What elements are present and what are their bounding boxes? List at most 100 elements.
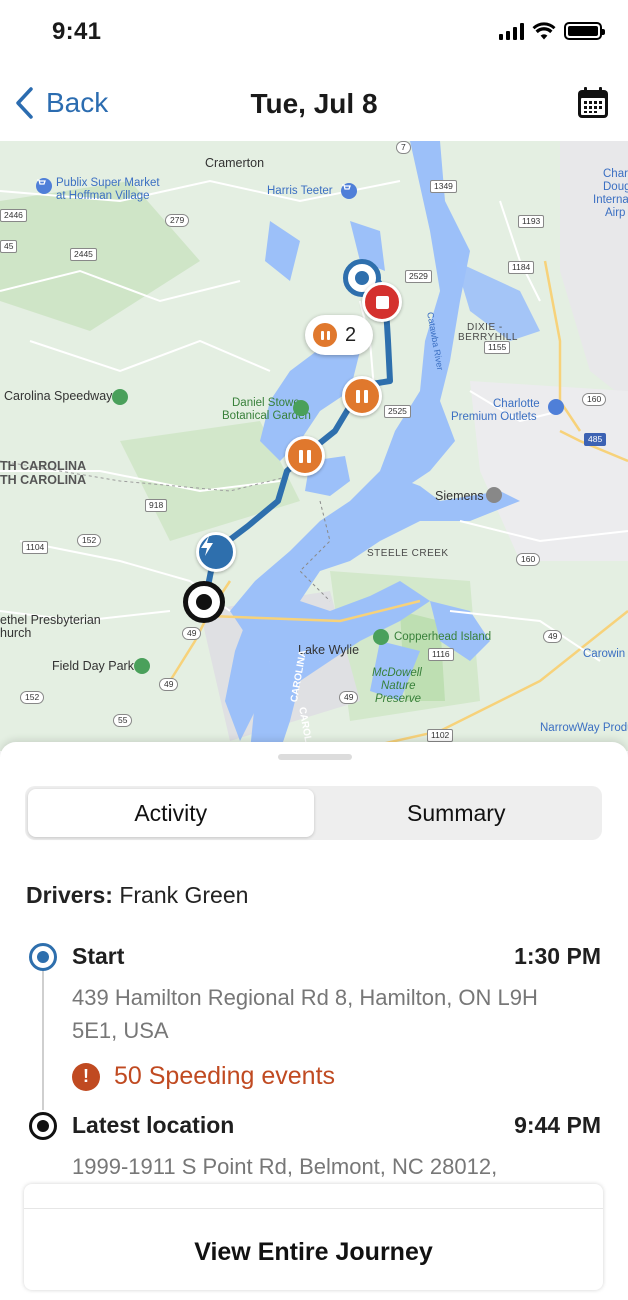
map-label-airport-4: Airp [605,207,626,219]
start-title: Start [72,943,125,969]
pause-marker[interactable] [285,436,325,476]
calendar-icon [578,87,608,118]
road-shield: 160 [582,393,607,406]
trip-map[interactable]: Cramerton Publix Super Market at Hoffman… [0,141,628,751]
map-label-mcdowell-2: Nature [381,680,416,692]
road-shield: 1193 [518,215,545,228]
map-label-airport-3: Interna [593,194,628,206]
exclamation-icon: ! [72,1062,100,1091]
map-label-outlets-1: Charlotte [493,398,540,410]
view-entire-journey-label: View Entire Journey [194,1237,433,1266]
map-label-publix-1: Publix Super Market [56,177,160,189]
drivers-label: Drivers: [26,882,113,908]
map-label-publix-2: at Hoffman Village [56,190,150,202]
latest-location-marker[interactable] [183,581,225,623]
road-shield: 2445 [70,248,97,261]
map-label-mcdowell-3: Preserve [375,693,422,705]
drivers-value: Frank Green [119,882,249,908]
page-title: Tue, Jul 8 [250,88,378,119]
map-label-mcdowell-1: McDowell [372,667,422,679]
map-label-south-carolina-2: TH CAROLINA [0,473,87,487]
tab-activity[interactable]: Activity [28,789,314,837]
pause-icon [356,389,368,403]
road-shield: 1104 [22,541,49,554]
road-shield: 279 [165,214,190,227]
map-label-carolina-speedway: Carolina Speedway [4,389,113,403]
view-entire-journey-button[interactable]: View Entire Journey [24,1184,603,1290]
latest-address: 1999-1911 S Point Rd, Belmont, NC 28012, [72,1154,498,1179]
segmented-control: Activity Summary [25,786,602,840]
road-shield: 49 [182,627,202,640]
road-shield: 1155 [484,341,511,354]
start-point-icon [29,943,57,971]
pause-cluster-marker[interactable]: 2 [305,315,373,355]
pause-marker[interactable] [342,376,382,416]
shopping-cart-icon [341,183,357,199]
bottom-sheet: Activity Summary Drivers: Frank Green St… [0,742,628,1300]
status-bar: 9:41 [0,0,628,64]
road-shield: 918 [145,499,168,512]
start-time: 1:30 PM [514,943,601,969]
road-shield: 45 [0,240,18,253]
navigation-header: Back Tue, Jul 8 [0,64,628,142]
cluster-count: 2 [345,323,357,346]
latest-location-icon [29,1112,57,1140]
tree-icon [373,629,389,645]
map-label-airport-2: Doug [603,181,628,193]
road-shield: 49 [159,678,179,691]
latest-title: Latest location [72,1112,235,1138]
map-label-carowinds: Carowin [583,648,626,660]
stop-icon [375,295,389,309]
sheet-grabber[interactable] [278,754,352,760]
latest-time: 9:44 PM [514,1112,601,1138]
pause-icon [313,323,337,347]
road-shield: 1349 [430,180,457,193]
speeding-events-row[interactable]: ! 50 Speeding events [72,1062,335,1091]
road-shield: 1116 [428,648,454,661]
map-label-siemens: Siemens [435,489,484,503]
road-shield: 7 [396,141,411,154]
road-shield: 160 [516,553,541,566]
shopping-cart-icon [36,178,52,194]
road-shield: 55 [113,714,133,727]
road-shield: 2525 [384,405,411,418]
cellular-signal-icon [499,22,524,40]
map-label-copperhead-island: Copperhead Island [394,631,492,643]
road-shield: 49 [543,630,563,643]
map-label-outlets-2: Premium Outlets [451,411,537,423]
map-label-daniel-stowe-1: Daniel Stowe [232,397,300,409]
shopping-bag-icon [548,399,564,415]
map-label-south-carolina-1: TH CAROLINA [0,459,87,473]
start-address: 439 Hamilton Regional Rd 8, Hamilton, ON… [72,985,538,1043]
map-label-cramerton: Cramerton [205,156,265,170]
stop-marker[interactable] [362,282,402,322]
road-shield: 2529 [405,270,432,283]
battery-icon [564,22,605,40]
map-label-airport-1: Char [603,168,628,180]
place-pin-icon [112,389,128,405]
road-shield: 152 [20,691,45,704]
pause-icon [299,449,311,463]
map-label-field-day-park: Field Day Park [52,659,134,673]
road-shield: 1184 [508,261,535,274]
timeline-connector [42,968,44,1110]
road-shield: 49 [339,691,359,704]
tree-icon [134,658,150,674]
calendar-button[interactable] [576,86,610,120]
lightning-bolt-icon [201,536,213,556]
map-label-steele-creek: STEELE CREEK [367,548,449,559]
map-label-narroway: NarrowWay Produ [540,722,628,734]
map-label-presbyterian-2: hurch [0,626,32,640]
flower-icon [293,400,309,416]
speeding-event-marker[interactable] [196,532,236,572]
status-icons [499,22,605,40]
tab-summary[interactable]: Summary [314,789,600,837]
speeding-events-text: 50 Speeding events [114,1062,336,1090]
map-label-harris-teeter: Harris Teeter [267,185,333,197]
status-time: 9:41 [52,18,102,45]
road-shield: 2446 [0,209,27,222]
interstate-shield: 485 [584,433,607,446]
drivers-row: Drivers: Frank Green [26,882,248,909]
road-shield: 152 [77,534,102,547]
place-pin-icon [486,487,502,503]
